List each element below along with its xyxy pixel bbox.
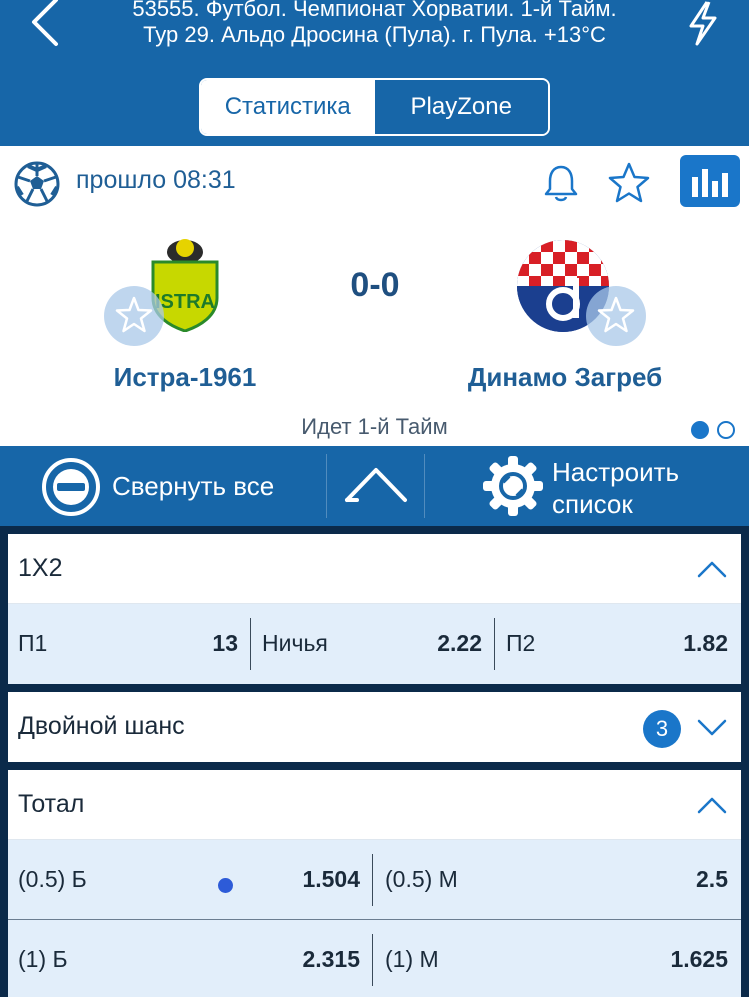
live-button[interactable]: [683, 0, 723, 48]
odds-value: 2.22: [437, 630, 482, 656]
page-indicator: [691, 421, 735, 439]
star-icon: [597, 296, 635, 333]
away-team-name: Динамо Загреб: [467, 362, 663, 392]
cell-divider: [372, 854, 373, 906]
title-line-2: Тур 29. Альдо Дросина (Пула). г. Пула. +…: [143, 22, 606, 47]
home-logo-text: ISTRA: [155, 291, 215, 313]
odds-label: (1) М: [385, 946, 439, 972]
cell-divider: [372, 934, 373, 986]
back-button[interactable]: [26, 0, 66, 48]
tab-playzone[interactable]: PlayZone: [374, 80, 548, 134]
odds-label: (1) Б: [18, 946, 68, 972]
star-icon: [115, 296, 153, 333]
match-period: Идет 1-й Тайм: [301, 414, 448, 439]
odds-row: П1 13 Ничья 2.22 П2 1.82: [8, 604, 741, 684]
statistics-button[interactable]: [680, 155, 740, 207]
odds-value: 1.82: [683, 630, 728, 656]
page-dot-active[interactable]: [691, 421, 709, 439]
odds-row: (0.5) Б 1.504 (0.5) М 2.5: [8, 840, 741, 920]
soccer-ball-icon: [14, 161, 60, 207]
market-header[interactable]: Двойной шанс 3: [8, 692, 741, 762]
chevron-left-icon: [32, 0, 58, 46]
match-title: 53555. Футбол. Чемпионат Хорватии. 1-й Т…: [80, 0, 669, 48]
collapse-all-button[interactable]: Свернуть все: [0, 446, 326, 526]
market-double-chance[interactable]: Двойной шанс 3: [8, 692, 741, 762]
configure-list-button[interactable]: Настроить список: [425, 446, 749, 526]
favorite-star-icon[interactable]: [606, 160, 652, 206]
market-title: Двойной шанс: [18, 712, 185, 740]
collapse-icon: [42, 458, 100, 516]
market-1x2: 1X2 П1 13 Ничья 2.22 П2 1.82: [8, 534, 741, 684]
view-segmented-control: Статистика PlayZone: [199, 78, 550, 136]
markets-toolbar: Свернуть все Настроить список: [0, 446, 749, 526]
odds-value: 1.625: [670, 946, 728, 972]
tab-statistics[interactable]: Статистика: [201, 80, 375, 134]
scroll-up-button[interactable]: [327, 446, 424, 526]
market-header[interactable]: 1X2: [8, 534, 741, 604]
odds-label: (0.5) Б: [18, 866, 87, 892]
match-panel: прошло 08:31 ISTRA 0-0 Истра-1961 Динамо…: [0, 146, 749, 446]
collapse-all-label: Свернуть все: [112, 471, 275, 501]
odds-label: Ничья: [262, 630, 328, 656]
elapsed-time: прошло 08:31: [76, 166, 236, 194]
odds-label: (0.5) М: [385, 866, 458, 892]
odds-value: 13: [212, 630, 238, 656]
chevron-down-icon[interactable]: [697, 712, 727, 742]
chevron-up-icon[interactable]: [697, 790, 727, 820]
bell-icon[interactable]: [540, 162, 582, 204]
change-indicator: [218, 878, 233, 893]
odds-row: (1) Б 2.315 (1) М 1.625: [8, 920, 741, 997]
cell-divider: [494, 618, 495, 670]
home-team-name: Истра-1961: [113, 362, 257, 392]
count-badge: 3: [643, 710, 681, 748]
page-dot[interactable]: [717, 421, 735, 439]
configure-label-line-2: список: [552, 489, 633, 519]
bar-chart-icon: [692, 169, 728, 197]
lightning-icon: [689, 1, 717, 46]
odds-value: 1.504: [302, 866, 360, 892]
configure-list-label: Настроить список: [552, 456, 679, 520]
odds-value: 2.315: [302, 946, 360, 972]
home-favorite-button[interactable]: [104, 286, 164, 346]
market-header[interactable]: Тотал: [8, 770, 741, 840]
odds-label: П2: [506, 630, 536, 656]
cell-divider: [250, 618, 251, 670]
configure-label-line-1: Настроить: [552, 457, 680, 487]
market-title: Тотал: [18, 790, 85, 818]
chevron-up-icon[interactable]: [697, 554, 727, 584]
odds-value: 2.5: [696, 866, 728, 892]
market-title: 1X2: [18, 554, 63, 582]
market-total: Тотал (0.5) Б 1.504 (0.5) М 2.5 (1) Б 2.…: [8, 770, 741, 997]
chevron-up-icon: [345, 468, 407, 502]
top-bar: 53555. Футбол. Чемпионат Хорватии. 1-й Т…: [0, 0, 749, 146]
odds-label: П1: [18, 630, 48, 656]
away-favorite-button[interactable]: [586, 286, 646, 346]
title-line-1: 53555. Футбол. Чемпионат Хорватии. 1-й Т…: [132, 0, 617, 21]
gear-icon: [483, 456, 543, 516]
score: 0-0: [350, 266, 400, 304]
